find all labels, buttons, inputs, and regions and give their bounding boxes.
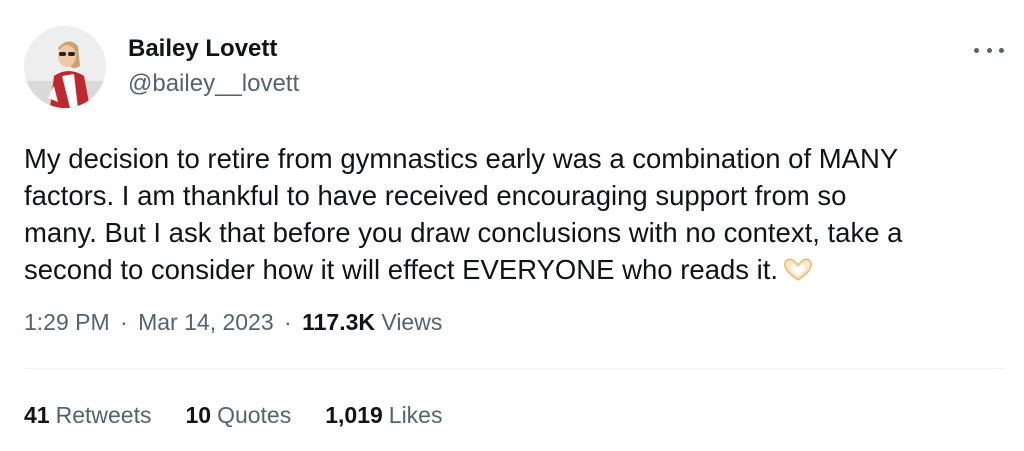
likes-count: 1,019 xyxy=(325,402,383,428)
quotes-count: 10 xyxy=(185,402,212,428)
engagement-stats: 41 Retweets 10 Quotes 1,019 Likes xyxy=(24,400,476,430)
more-dot xyxy=(974,47,979,53)
tweet-time[interactable]: 1:29 PM xyxy=(24,309,110,335)
more-dot xyxy=(999,47,1004,53)
tweet-meta: 1:29 PM · Mar 14, 2023 · 117.3K Views xyxy=(24,307,442,337)
tweet-date[interactable]: Mar 14, 2023 xyxy=(138,309,274,335)
quotes-stat[interactable]: 10 Quotes xyxy=(185,400,291,430)
tweet-text-line: factors. I am thankful to have received … xyxy=(24,180,847,211)
author-handle[interactable]: @bailey__lovett xyxy=(128,70,299,98)
divider xyxy=(24,368,1005,369)
retweets-stat[interactable]: 41 Retweets xyxy=(24,400,151,430)
likes-label: Likes xyxy=(388,402,443,428)
tweet-text-line-last: second to consider how it will effect EV… xyxy=(24,251,1009,291)
profile-photo xyxy=(24,26,106,108)
more-icon[interactable] xyxy=(974,38,1004,62)
tweet-text-line-content: second to consider how it will effect EV… xyxy=(24,254,779,285)
views-label: Views xyxy=(381,309,443,335)
author-name[interactable]: Bailey Lovett xyxy=(128,35,277,63)
tweet-card: Bailey Lovett @bailey__lovett My decisio… xyxy=(0,0,1024,451)
avatar[interactable] xyxy=(24,26,106,108)
retweets-label: Retweets xyxy=(55,402,152,428)
more-dot xyxy=(986,47,992,53)
likes-stat[interactable]: 1,019 Likes xyxy=(325,400,442,430)
tweet-text: My decision to retire from gymnastics ea… xyxy=(24,140,1009,291)
heart-hands-icon xyxy=(782,254,814,291)
tweet-text-line: My decision to retire from gymnastics ea… xyxy=(24,143,899,174)
meta-separator: · xyxy=(284,309,292,335)
views-count: 117.3K xyxy=(302,309,375,335)
tweet-text-line: many. But I ask that before you draw con… xyxy=(24,217,903,248)
retweets-count: 41 xyxy=(24,402,50,428)
meta-separator: · xyxy=(120,309,128,335)
quotes-label: Quotes xyxy=(217,402,292,428)
